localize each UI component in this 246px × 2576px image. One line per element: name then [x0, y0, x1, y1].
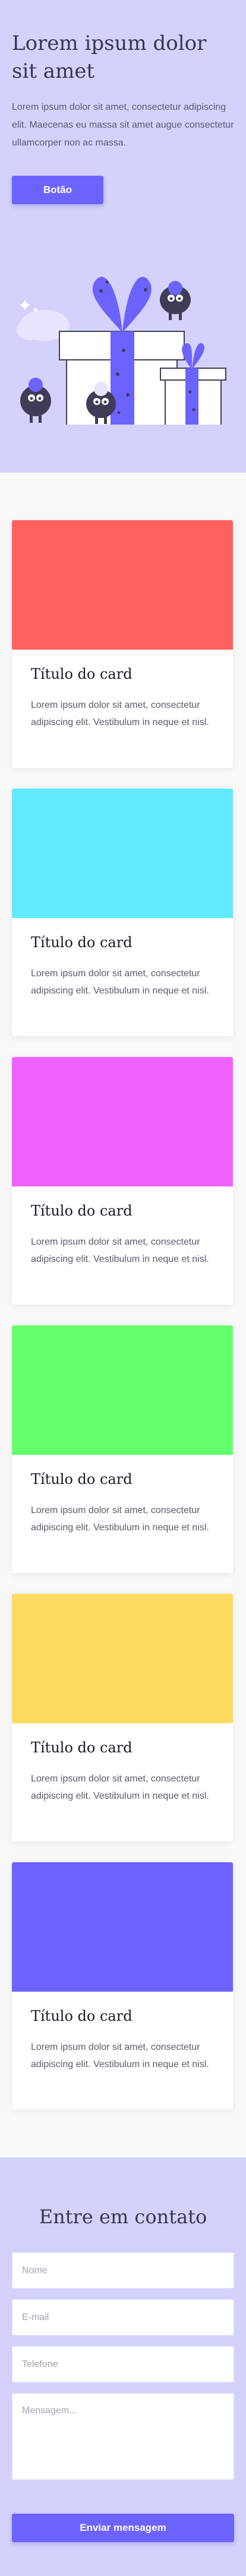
hero-title: Lorem ipsum dolor sit amet: [12, 31, 207, 83]
card-title: Título do card: [31, 2008, 133, 2024]
card-color-block: [12, 1862, 233, 1992]
gift-boxes-illustration: [17, 277, 226, 425]
card-text: Lorem ipsum dolor sit amet, consectetur …: [31, 969, 209, 996]
card-title: Título do card: [31, 666, 133, 682]
big-gift-ribbon: [111, 331, 134, 425]
phone-field[interactable]: [12, 2346, 234, 2382]
card-text: Lorem ipsum dolor sit amet, consectetur …: [31, 1237, 209, 1264]
card-title: Título do card: [31, 1471, 133, 1488]
sparkle-icon: [34, 308, 37, 312]
email-field[interactable]: [12, 2299, 234, 2336]
card-color-block: [12, 520, 233, 650]
small-gift-bow: [192, 343, 204, 369]
card: Título do card Lorem ipsum dolor sit ame…: [12, 520, 233, 768]
card-title: Título do card: [31, 1739, 133, 1756]
card-color-block: [12, 789, 233, 918]
name-field[interactable]: [12, 2252, 234, 2289]
message-field[interactable]: [12, 2393, 234, 2480]
sparkle-icon: [20, 300, 30, 311]
hero-text: Lorem ipsum dolor sit amet, consectetur …: [12, 102, 234, 148]
card-color-block: [12, 1057, 233, 1186]
cards-section: Título do card Lorem ipsum dolor sit ame…: [0, 473, 246, 2157]
card-color-block: [12, 1594, 233, 1723]
big-gift-bow-left: [92, 277, 122, 333]
hero-button[interactable]: Botão: [12, 176, 103, 204]
cloud-shape: [17, 319, 43, 340]
card: Título do card Lorem ipsum dolor sit ame…: [12, 789, 233, 1036]
card: Título do card Lorem ipsum dolor sit ame…: [12, 1057, 233, 1305]
card-text: Lorem ipsum dolor sit amet, consectetur …: [31, 1505, 209, 1533]
big-gift-bow-right: [122, 277, 152, 333]
card-text: Lorem ipsum dolor sit amet, consectetur …: [31, 1774, 209, 1801]
card: Título do card Lorem ipsum dolor sit ame…: [12, 1862, 233, 2110]
card-color-block: [12, 1325, 233, 1455]
card-title: Título do card: [31, 1202, 133, 1219]
card-text: Lorem ipsum dolor sit amet, consectetur …: [31, 700, 209, 727]
submit-button[interactable]: Enviar mensagem: [12, 2514, 234, 2542]
contact-title: Entre em contato: [39, 2205, 207, 2228]
hero-section: Lorem ipsum dolor sit amet Lorem ipsum d…: [0, 0, 246, 473]
card: Título do card Lorem ipsum dolor sit ame…: [12, 1325, 233, 1573]
card-title: Título do card: [31, 934, 133, 951]
card: Título do card Lorem ipsum dolor sit ame…: [12, 1594, 233, 1841]
contact-section: Entre em contato Enviar mensagem: [0, 2157, 246, 2576]
card-text: Lorem ipsum dolor sit amet, consectetur …: [31, 2042, 209, 2069]
small-gift-ribbon: [185, 368, 198, 425]
